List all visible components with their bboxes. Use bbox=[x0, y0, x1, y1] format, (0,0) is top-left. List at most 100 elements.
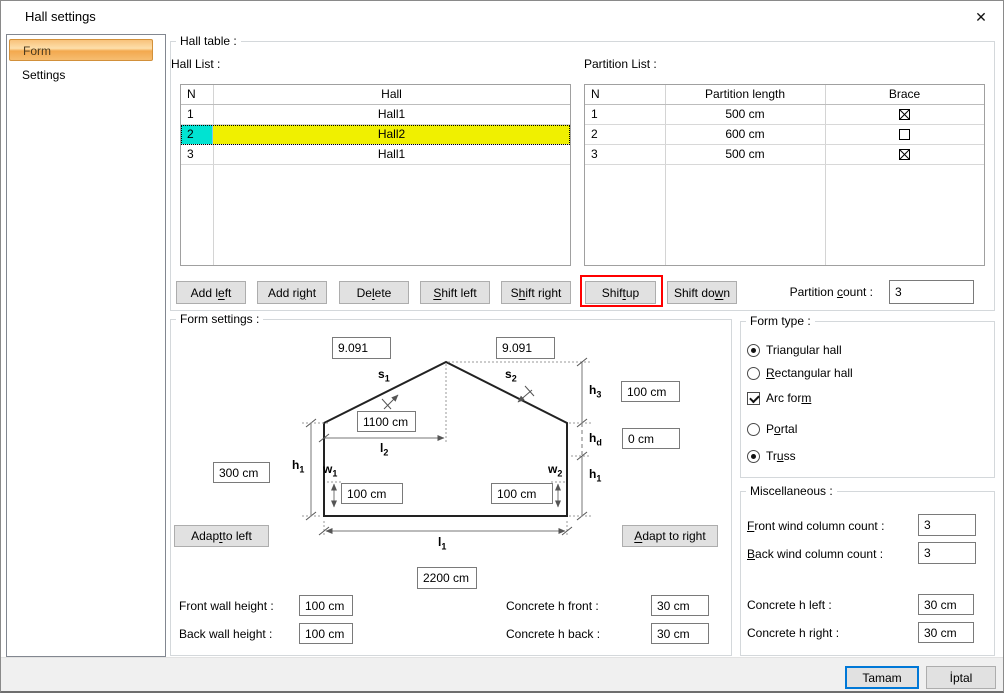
adapt-to-left-button[interactable]: Adapt to left bbox=[174, 525, 269, 547]
concrete-h-left-input[interactable] bbox=[918, 594, 974, 615]
table-row[interactable]: 1 500 cm bbox=[585, 105, 984, 125]
option-label: Portal bbox=[766, 422, 797, 436]
partition-length-cell: 500 cm bbox=[665, 145, 825, 164]
partition-count-label: Partition count : bbox=[741, 284, 873, 300]
row-number-cell: 1 bbox=[181, 105, 213, 124]
column-header-partition-length: Partition length bbox=[665, 85, 825, 104]
sidebar-item-form[interactable]: Form bbox=[9, 39, 153, 61]
option-label: Truss bbox=[766, 449, 796, 463]
hall-name-cell: Hall2 bbox=[213, 125, 570, 144]
option-triangular-hall[interactable]: Triangular hall bbox=[747, 342, 842, 358]
option-truss[interactable]: Truss bbox=[747, 448, 796, 464]
cancel-button[interactable]: İptal bbox=[926, 666, 996, 689]
concrete-h-back-input[interactable] bbox=[651, 623, 709, 644]
back-wall-height-input[interactable] bbox=[299, 623, 353, 644]
shift-right-button[interactable]: Shift right bbox=[501, 281, 571, 304]
partition-length-cell: 600 cm bbox=[665, 125, 825, 144]
partition-list-table: N Partition length Brace 1 500 cm 2 600 … bbox=[584, 84, 985, 266]
option-rectangular-hall[interactable]: Rectangular hall bbox=[747, 365, 853, 381]
hall-list-label: Hall List : bbox=[171, 56, 220, 72]
window-title: Hall settings bbox=[25, 9, 96, 24]
delete-button[interactable]: Delete bbox=[339, 281, 409, 304]
row-number-cell: 3 bbox=[181, 145, 213, 164]
w1-input[interactable] bbox=[341, 483, 403, 504]
table-row[interactable]: 3 500 cm bbox=[585, 145, 984, 165]
front-wind-column-count-label: Front wind column count : bbox=[747, 518, 884, 534]
brace-checkbox[interactable] bbox=[899, 129, 910, 140]
add-right-button[interactable]: Add right bbox=[257, 281, 327, 304]
option-label: Arc form bbox=[766, 391, 811, 405]
h3-input[interactable] bbox=[621, 381, 680, 402]
back-wind-column-count-label: Back wind column count : bbox=[747, 546, 883, 562]
table-row-selected[interactable]: 2 Hall2 bbox=[181, 125, 570, 145]
radio-icon[interactable] bbox=[747, 423, 760, 436]
radio-icon[interactable] bbox=[747, 344, 760, 357]
diagram-label-h1-right: h1 bbox=[589, 467, 601, 483]
diagram-label-w2: w2 bbox=[548, 462, 562, 478]
column-header-hall: Hall bbox=[213, 85, 570, 104]
hall-list-header-row: N Hall bbox=[181, 85, 570, 105]
row-number-cell: 1 bbox=[585, 105, 665, 124]
add-left-button[interactable]: Add left bbox=[176, 281, 246, 304]
table-row[interactable]: 3 Hall1 bbox=[181, 145, 570, 165]
front-wind-column-count-input[interactable] bbox=[918, 514, 976, 536]
sidebar-item-label: Form bbox=[23, 44, 51, 58]
hall-list-table: N Hall 1 Hall1 2 Hall2 3 Hall1 bbox=[180, 84, 571, 266]
hall-table-group-label: Hall table : bbox=[176, 34, 241, 48]
hd-input[interactable] bbox=[622, 428, 680, 449]
ok-button[interactable]: Tamam bbox=[845, 666, 919, 689]
partition-length-cell: 500 cm bbox=[665, 105, 825, 124]
partition-count-input[interactable] bbox=[889, 280, 974, 304]
column-header-brace: Brace bbox=[825, 85, 984, 104]
back-wind-column-count-input[interactable] bbox=[918, 542, 976, 564]
adapt-to-right-button[interactable]: Adapt to right bbox=[622, 525, 718, 547]
hall-settings-dialog: Hall settings ✕ Form Settings Hall table… bbox=[0, 0, 1004, 693]
shift-left-button[interactable]: Shift left bbox=[420, 281, 490, 304]
w2-input[interactable] bbox=[491, 483, 553, 504]
partition-list-label: Partition List : bbox=[584, 56, 657, 72]
concrete-h-front-label: Concrete h front : bbox=[506, 598, 599, 614]
front-wall-height-input[interactable] bbox=[299, 595, 353, 616]
concrete-h-right-input[interactable] bbox=[918, 622, 974, 643]
option-portal[interactable]: Portal bbox=[747, 421, 797, 437]
sidebar-item-label: Settings bbox=[22, 68, 65, 82]
option-label: Triangular hall bbox=[766, 343, 842, 357]
concrete-h-front-input[interactable] bbox=[651, 595, 709, 616]
click-highlight-box bbox=[580, 275, 663, 307]
diagram-label-s2: s2 bbox=[505, 367, 517, 383]
shift-down-button[interactable]: Shift down bbox=[667, 281, 737, 304]
left-wall-input[interactable] bbox=[213, 462, 270, 483]
concrete-h-left-label: Concrete h left : bbox=[747, 597, 832, 613]
checkbox-icon[interactable] bbox=[747, 392, 760, 405]
brace-checkbox[interactable] bbox=[899, 109, 910, 120]
row-number-cell: 2 bbox=[585, 125, 665, 144]
sidebar-item-settings[interactable]: Settings bbox=[9, 64, 153, 86]
option-label: Rectangular hall bbox=[766, 366, 853, 380]
slope-s2-input[interactable] bbox=[496, 337, 555, 359]
column-header-n: N bbox=[585, 85, 665, 104]
miscellaneous-group-label: Miscellaneous : bbox=[746, 484, 837, 498]
diagram-label-h1-left: h1 bbox=[292, 458, 304, 474]
option-arc-form[interactable]: Arc form bbox=[747, 390, 811, 406]
radio-icon[interactable] bbox=[747, 367, 760, 380]
table-row[interactable]: 2 600 cm bbox=[585, 125, 984, 145]
slope-s1-input[interactable] bbox=[332, 337, 391, 359]
form-type-group-label: Form type : bbox=[746, 314, 815, 328]
diagram-label-h3: h3 bbox=[589, 383, 601, 399]
concrete-h-back-label: Concrete h back : bbox=[506, 626, 600, 642]
diagram-label-s1: s1 bbox=[378, 367, 390, 383]
l2-input[interactable] bbox=[357, 411, 416, 432]
l1-input[interactable] bbox=[417, 567, 477, 589]
table-row[interactable]: 1 Hall1 bbox=[181, 105, 570, 125]
form-settings-group-label: Form settings : bbox=[176, 312, 263, 326]
close-icon[interactable]: ✕ bbox=[966, 5, 996, 29]
column-header-n: N bbox=[181, 85, 213, 104]
diagram-label-l1: l1 bbox=[438, 535, 446, 551]
diagram-label-hd: hd bbox=[589, 431, 602, 447]
row-number-cell: 2 bbox=[181, 125, 213, 144]
radio-icon[interactable] bbox=[747, 450, 760, 463]
sidebar: Form Settings bbox=[6, 34, 166, 657]
hall-name-cell: Hall1 bbox=[213, 145, 570, 164]
brace-checkbox[interactable] bbox=[899, 149, 910, 160]
concrete-h-right-label: Concrete h right : bbox=[747, 625, 839, 641]
